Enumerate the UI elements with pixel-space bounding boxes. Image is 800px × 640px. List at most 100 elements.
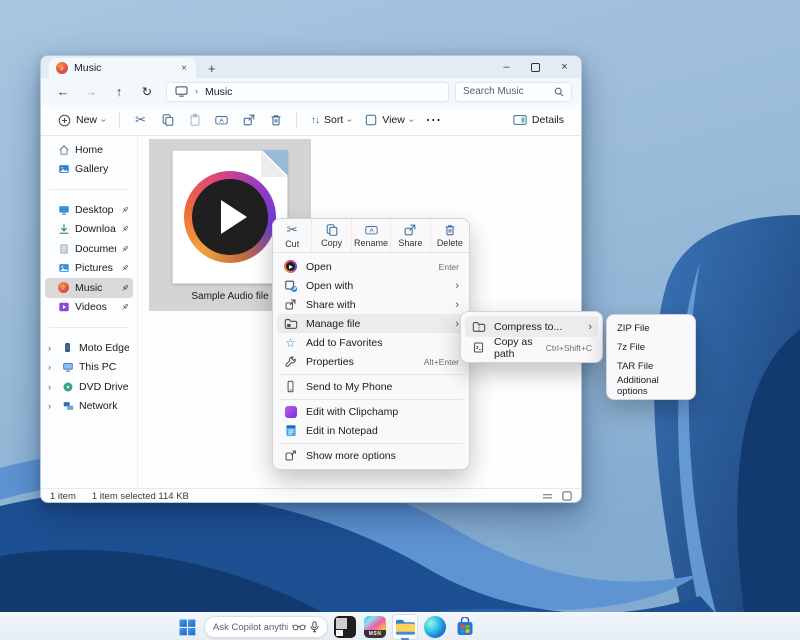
sidebar-item-home[interactable]: Home xyxy=(45,140,133,160)
details-pane-button[interactable]: Details xyxy=(506,108,571,132)
sidebar-item-label: Moto Edge 50 Neo xyxy=(79,342,129,354)
sidebar-item-desktop[interactable]: Desktop xyxy=(45,200,133,220)
menu-item-compress-to[interactable]: Compress to... › xyxy=(465,316,598,337)
chevron-down-icon: › xyxy=(99,119,108,122)
tab-close-icon[interactable]: × xyxy=(179,63,189,74)
menu-item-zip-file[interactable]: ZIP File xyxy=(607,319,695,338)
address-bar[interactable]: › Music xyxy=(166,82,449,102)
menu-item-accel: Enter xyxy=(439,262,459,272)
copy-icon-button[interactable] xyxy=(154,108,181,132)
search-input[interactable] xyxy=(463,86,550,97)
close-button[interactable]: × xyxy=(550,56,579,78)
menu-item-label: Open with xyxy=(306,280,353,292)
details-view-toggle-icon[interactable] xyxy=(542,492,553,501)
videos-icon xyxy=(57,301,70,314)
tab-title: Music xyxy=(74,62,173,74)
minimize-button[interactable]: – xyxy=(492,56,521,78)
star-icon: ☆ xyxy=(283,336,298,350)
rename-icon-button[interactable]: A xyxy=(208,108,235,132)
expand-chevron-icon[interactable]: › xyxy=(48,382,56,392)
copy-button[interactable]: Copy xyxy=(312,219,351,252)
view-icon xyxy=(365,114,377,126)
menu-item-edit-with-clipchamp[interactable]: Edit with Clipchamp xyxy=(277,402,465,421)
menu-item-open-with[interactable]: Open with › xyxy=(277,276,465,295)
search-box[interactable] xyxy=(455,82,572,102)
rename-button[interactable]: A Rename xyxy=(352,219,391,252)
sidebar-item-gallery[interactable]: Gallery xyxy=(45,160,133,180)
sidebar-item-this-pc[interactable]: › This PC xyxy=(45,358,133,378)
sidebar-item-videos[interactable]: Videos xyxy=(45,298,133,318)
taskbar-search-box[interactable] xyxy=(204,616,328,638)
command-toolbar: New › ✂ A ↑↓ Sort › View › ⋯ xyxy=(41,105,581,136)
svg-text:A: A xyxy=(369,227,374,234)
thumbnail-view-toggle-icon[interactable] xyxy=(562,491,572,501)
sidebar-item-phone-device[interactable]: › Moto Edge 50 Neo xyxy=(45,338,133,358)
menu-item-edit-in-notepad[interactable]: Edit in Notepad xyxy=(277,421,465,440)
pictures-icon xyxy=(57,262,70,275)
menu-item-label: Open xyxy=(306,261,332,273)
home-icon xyxy=(57,143,70,156)
location-icon xyxy=(175,86,188,97)
menu-item-show-more-options[interactable]: Show more options xyxy=(277,446,465,465)
manage-file-icon xyxy=(283,317,298,331)
menu-item-properties[interactable]: Properties Alt+Enter xyxy=(277,352,465,371)
sidebar-item-documents[interactable]: Documents xyxy=(45,239,133,259)
share-icon-button[interactable] xyxy=(235,108,262,132)
delete-button[interactable]: Delete xyxy=(431,219,469,252)
more-options-button[interactable]: ⋯ xyxy=(420,108,447,132)
start-button[interactable] xyxy=(174,614,200,640)
taskbar-app-file-explorer[interactable] xyxy=(392,614,418,640)
back-button[interactable]: ← xyxy=(50,85,76,99)
paste-icon-button[interactable] xyxy=(181,108,208,132)
msn-icon: MSN xyxy=(364,616,386,638)
refresh-button[interactable]: ↻ xyxy=(134,84,160,99)
sidebar-item-label: Downloads xyxy=(75,223,116,235)
forward-button[interactable]: → xyxy=(78,85,104,99)
open-with-icon xyxy=(283,279,298,293)
view-button[interactable]: View › xyxy=(358,108,420,132)
new-button[interactable]: New › xyxy=(51,108,112,132)
copilot-vision-glasses-icon[interactable] xyxy=(292,623,306,631)
windows-logo-icon xyxy=(179,619,196,636)
menu-item-additional-options[interactable]: Additional options xyxy=(607,376,695,395)
sidebar-item-music[interactable]: ♪ Music xyxy=(45,278,133,298)
maximize-button[interactable] xyxy=(521,56,550,78)
file-name-label: Sample Audio file xyxy=(191,291,268,302)
selection-summary: 1 item selected 114 KB xyxy=(92,491,189,502)
menu-item-share-with[interactable]: Share with › xyxy=(277,295,465,314)
expand-chevron-icon[interactable]: › xyxy=(48,362,56,372)
microphone-icon[interactable] xyxy=(310,621,319,633)
menu-item-send-to-my-phone[interactable]: Send to My Phone xyxy=(277,377,465,396)
menu-item-manage-file[interactable]: Manage file › xyxy=(277,314,465,333)
menu-item-copy-as-path[interactable]: Copy as path Ctrl+Shift+C xyxy=(465,337,598,358)
sort-icon: ↑↓ xyxy=(311,115,319,126)
taskbar-app-edge[interactable] xyxy=(422,614,448,640)
taskbar-app-dark[interactable] xyxy=(332,614,358,640)
copilot-search-input[interactable] xyxy=(213,622,288,633)
sidebar-item-label: Gallery xyxy=(75,163,129,175)
sidebar-item-network[interactable]: › Network xyxy=(45,397,133,417)
sort-button[interactable]: ↑↓ Sort › xyxy=(304,108,358,132)
share-button[interactable]: Share xyxy=(391,219,430,252)
delete-icon-button[interactable] xyxy=(262,108,289,132)
cut-button[interactable]: ✂ Cut xyxy=(273,219,312,252)
sidebar-item-dvd-drive[interactable]: › DVD Drive (D:) CCC xyxy=(45,377,133,397)
expand-chevron-icon[interactable]: › xyxy=(48,401,56,411)
taskbar-app-msn[interactable]: MSN xyxy=(362,614,388,640)
microsoft-store-icon xyxy=(455,617,475,637)
taskbar-app-store[interactable] xyxy=(452,614,478,640)
menu-item-7z-file[interactable]: 7z File xyxy=(607,338,695,357)
menu-item-open[interactable]: Open Enter xyxy=(277,257,465,276)
new-tab-button[interactable]: + xyxy=(208,58,216,78)
cut-icon-button[interactable]: ✂ xyxy=(127,108,154,132)
menu-item-tar-file[interactable]: TAR File xyxy=(607,357,695,376)
sidebar-item-downloads[interactable]: Downloads xyxy=(45,220,133,240)
pin-icon xyxy=(121,284,129,292)
msn-badge-label: MSN xyxy=(364,630,386,638)
tab-music[interactable]: ♪ Music × xyxy=(49,58,196,78)
menu-item-add-to-favorites[interactable]: ☆ Add to Favorites xyxy=(277,333,465,352)
expand-chevron-icon[interactable]: › xyxy=(48,343,56,353)
details-pane-icon xyxy=(513,114,527,126)
sidebar-item-pictures[interactable]: Pictures xyxy=(45,259,133,279)
up-button[interactable]: ↑ xyxy=(106,85,132,99)
